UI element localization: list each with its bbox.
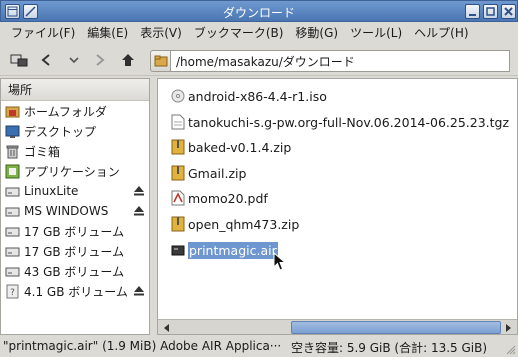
title-bar: ダウンロード: [0, 0, 518, 22]
sidebar-item-volume-17gb-b[interactable]: 17 GB ボリューム: [1, 241, 149, 261]
trash-icon: [6, 145, 19, 158]
file-item[interactable]: momo20.pdf: [171, 187, 268, 209]
sidebar-item-label: ホームフォルダ: [24, 104, 107, 119]
file-name: tanokuchi-s.g-pw.org-full-Nov.06.2014-06…: [188, 114, 510, 130]
disc-image-icon: [171, 89, 185, 103]
file-name: baked-v0.1.4.zip: [188, 139, 292, 155]
document-icon: [171, 114, 185, 130]
menu-go[interactable]: 移動(G): [289, 22, 344, 44]
sidebar-item-desktop[interactable]: デスクトップ: [1, 121, 149, 141]
sidebar-item-label: LinuxLite: [24, 184, 79, 198]
location-input[interactable]: /home/masakazu/ダウンロード: [170, 50, 510, 72]
drive-icon: [5, 207, 20, 216]
menu-file[interactable]: ファイル(F): [5, 22, 81, 44]
back-history-dropdown[interactable]: [56, 50, 92, 70]
eject-icon[interactable]: [134, 286, 144, 296]
menu-bookmarks[interactable]: ブックマーク(B): [188, 22, 290, 44]
sidebar-item-linuxlite[interactable]: LinuxLite: [1, 181, 149, 201]
close-button[interactable]: [501, 4, 516, 19]
selection-status: "printmagic.air" (1.9 MiB) Adobe AIR App…: [3, 339, 282, 353]
file-item[interactable]: baked-v0.1.4.zip: [171, 136, 291, 158]
scroll-left-icon[interactable]: [159, 321, 174, 334]
sidebar-item-label: 43 GB ボリューム: [24, 264, 125, 279]
file-name: Gmail.zip: [188, 165, 247, 181]
drive-icon: [5, 187, 20, 196]
forward-arrow-icon[interactable]: [92, 50, 108, 70]
back-arrow-icon[interactable]: [38, 50, 54, 70]
sidebar-item-label: ゴミ箱: [24, 144, 61, 159]
open-terminal-icon[interactable]: [8, 50, 30, 70]
pdf-icon: [171, 190, 185, 206]
sidebar-item-volume-4gb[interactable]: ? 4.1 GB ボリューム: [1, 281, 149, 301]
drive-icon: [5, 227, 20, 236]
menu-edit[interactable]: 編集(E): [81, 22, 134, 44]
drive-icon: [5, 267, 20, 276]
eject-icon[interactable]: [134, 206, 144, 216]
air-package-icon: [171, 245, 185, 256]
file-item[interactable]: tanokuchi-s.g-pw.org-full-Nov.06.2014-06…: [171, 111, 509, 133]
menu-bar: ファイル(F) 編集(E) 表示(V) ブックマーク(B) 移動(G) ツール(…: [0, 22, 518, 44]
minimize-button[interactable]: [465, 4, 480, 19]
home-folder-icon: [5, 106, 20, 117]
scrollbar-thumb[interactable]: [291, 321, 501, 334]
sidebar-item-applications[interactable]: アプリケーション: [1, 161, 149, 181]
sidebar-item-volume-43gb[interactable]: 43 GB ボリューム: [1, 261, 149, 281]
sidebar-header[interactable]: 場所: [1, 79, 149, 101]
status-bar: "printmagic.air" (1.9 MiB) Adobe AIR App…: [0, 335, 518, 357]
file-item-selected[interactable]: printmagic.air: [171, 239, 278, 261]
up-arrow-icon[interactable]: [118, 50, 138, 70]
file-name: android-x86-4.4-r1.iso: [188, 88, 327, 104]
sidebar-item-label: MS WINDOWS: [24, 204, 109, 218]
file-item[interactable]: Gmail.zip: [171, 162, 246, 184]
unknown-drive-icon: ?: [6, 284, 19, 298]
resize-grip-icon[interactable]: [504, 343, 516, 355]
applications-icon: [5, 164, 20, 178]
sidebar-item-label: 4.1 GB ボリューム: [24, 284, 128, 299]
archive-icon: [171, 216, 185, 232]
places-sidebar: 場所 ホームフォルダ デスクトップ ゴミ箱 アプリケーション LinuxLite…: [0, 78, 150, 335]
sidebar-item-ms-windows[interactable]: MS WINDOWS: [1, 201, 149, 221]
horizontal-scrollbar[interactable]: [158, 319, 517, 334]
file-item[interactable]: android-x86-4.4-r1.iso: [171, 85, 327, 107]
sidebar-item-label: 17 GB ボリューム: [24, 244, 125, 259]
maximize-button[interactable]: [483, 4, 498, 19]
mouse-cursor-icon: [273, 252, 287, 271]
window-title: ダウンロード: [222, 6, 295, 20]
menu-tools[interactable]: ツール(L): [344, 22, 408, 44]
sidebar-item-label: アプリケーション: [24, 164, 120, 179]
sidebar-item-home[interactable]: ホームフォルダ: [1, 101, 149, 121]
drive-icon: [5, 247, 20, 256]
home-location-button[interactable]: [150, 50, 170, 72]
archive-icon: [171, 139, 185, 155]
desktop-icon: [5, 125, 20, 138]
file-item[interactable]: open_qhm473.zip: [171, 213, 299, 235]
eject-icon[interactable]: [134, 186, 144, 196]
sidebar-item-label: デスクトップ: [24, 124, 97, 139]
file-name: printmagic.air: [188, 241, 278, 259]
location-bar: /home/masakazu/ダウンロード: [150, 50, 510, 72]
svg-text:?: ?: [10, 288, 15, 298]
archive-icon: [171, 165, 185, 181]
sidebar-item-trash[interactable]: ゴミ箱: [1, 141, 149, 161]
sidebar-item-label: 17 GB ボリューム: [24, 224, 125, 239]
file-name: momo20.pdf: [188, 190, 268, 206]
scroll-right-icon[interactable]: [501, 321, 516, 334]
toolbar: /home/masakazu/ダウンロード: [0, 44, 518, 76]
free-space-status: 空き容量: 5.9 GiB (合計: 13.5 GiB): [291, 341, 488, 355]
file-name: open_qhm473.zip: [188, 216, 300, 232]
file-list-pane[interactable]: android-x86-4.4-r1.iso tanokuchi-s.g-pw.…: [157, 78, 518, 335]
menu-view[interactable]: 表示(V): [134, 22, 188, 44]
sidebar-item-volume-17gb-a[interactable]: 17 GB ボリューム: [1, 221, 149, 241]
menu-help[interactable]: ヘルプ(H): [408, 22, 474, 44]
